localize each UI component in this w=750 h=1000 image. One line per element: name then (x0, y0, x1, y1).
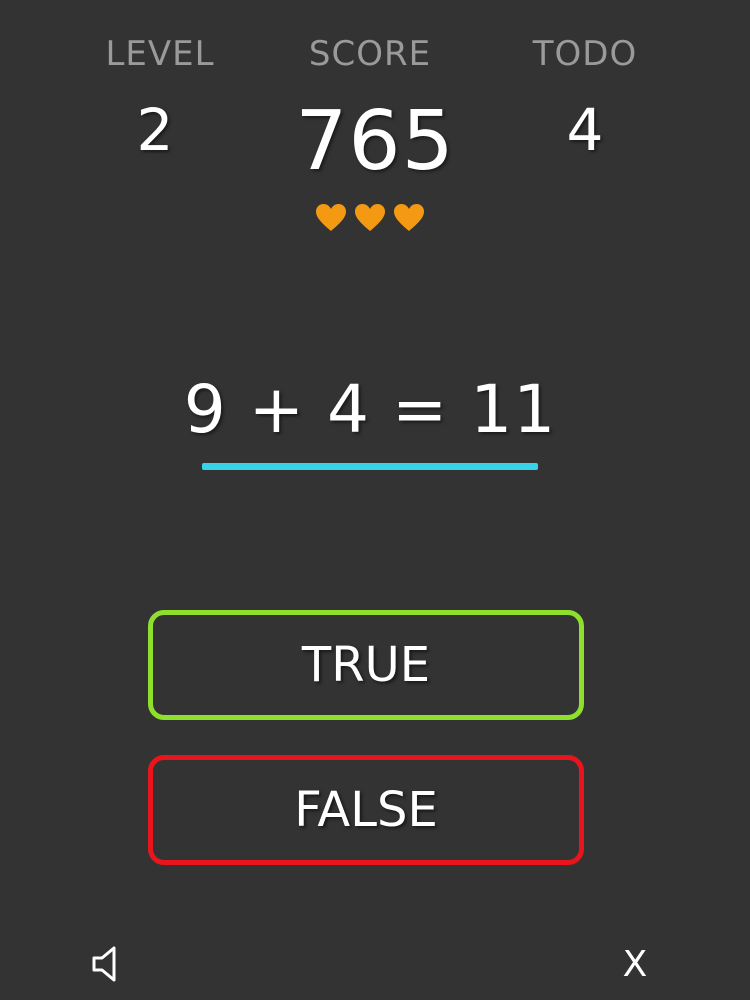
level-value: 2 (136, 96, 174, 164)
level-label: LEVEL (105, 34, 215, 74)
timer-bar (202, 463, 538, 470)
sound-toggle-button[interactable] (88, 942, 128, 986)
heart-icon (355, 204, 385, 231)
lives-indicator (315, 203, 425, 235)
false-button-label: FALSE (294, 782, 438, 838)
close-button[interactable]: X (613, 940, 657, 990)
true-button[interactable]: TRUE (148, 610, 584, 720)
timer-bar-fill (202, 463, 538, 470)
todo-label: TODO (532, 34, 638, 74)
false-button[interactable]: FALSE (148, 755, 584, 865)
todo-value: 4 (566, 96, 604, 164)
true-button-label: TRUE (301, 637, 431, 693)
speaker-icon (92, 946, 116, 982)
close-icon: X (622, 944, 648, 985)
heart-icon (316, 204, 346, 231)
equation: 9 + 4 = 11 (183, 371, 557, 448)
score-value: 765 (295, 94, 455, 189)
score-label: SCORE (308, 34, 432, 74)
heart-icon (394, 204, 424, 231)
